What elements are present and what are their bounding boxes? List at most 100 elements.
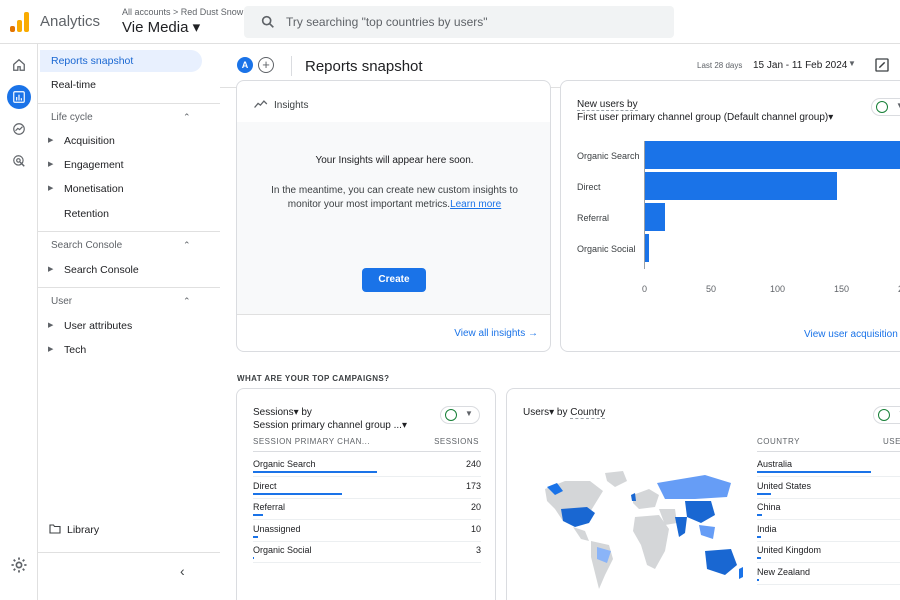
insights-header: Insights (254, 99, 308, 111)
card-status-pill[interactable]: ▼ (873, 406, 900, 424)
row-progress-bar (253, 492, 343, 495)
country-col-header-label: COUNTRY (757, 437, 800, 446)
x-tick-label: 0 (642, 284, 648, 294)
check-circle-icon (876, 101, 888, 113)
bar-label: Direct (577, 182, 601, 192)
row-progress-bar (757, 557, 761, 559)
row-progress-bar (757, 471, 871, 473)
row-progress-bar (757, 514, 762, 516)
insights-title: Insights (274, 100, 309, 111)
bar[interactable] (645, 172, 837, 200)
nav-retention[interactable]: Retention (40, 203, 204, 225)
collapse-nav-button[interactable]: ‹ (180, 563, 185, 579)
row-label: Referral (253, 502, 286, 512)
table-row[interactable]: Organic Search 240 (253, 455, 481, 477)
bar-label: Referral (577, 213, 610, 223)
new-users-dimension-selector[interactable]: First user primary channel group (Defaul… (577, 112, 833, 123)
nav-monetisation[interactable]: ▶ Monetisation (40, 178, 204, 200)
add-comparison-button[interactable]: + (258, 57, 274, 73)
check-circle-icon (445, 409, 457, 421)
row-value: 3 (475, 545, 481, 555)
search-placeholder[interactable]: Try searching "top countries by users" (286, 15, 488, 29)
create-insight-button[interactable]: Create (362, 268, 426, 292)
advertising-button[interactable] (7, 149, 31, 173)
chevron-up-icon: ⌃ (183, 240, 191, 250)
date-range-label: Last 28 days (697, 61, 743, 70)
users-by-country-title[interactable]: Users▾ by Country (523, 407, 606, 419)
date-dropdown-icon[interactable]: ▼ (848, 59, 856, 68)
nav-realtime[interactable]: Real-time (40, 74, 204, 96)
table-row[interactable]: Organic Social 3 (253, 541, 481, 563)
nav-section-lifecycle[interactable]: Life cycle ⌃ (51, 112, 191, 123)
new-users-metric-title[interactable]: New users by (577, 99, 638, 111)
advertising-icon (13, 155, 25, 167)
settings-icon[interactable] (10, 556, 28, 574)
table-row[interactable]: India (757, 520, 900, 542)
card-status-pill[interactable]: ▼ (440, 406, 480, 424)
map-russia (657, 475, 731, 499)
bar[interactable] (645, 141, 900, 169)
nav-divider (38, 231, 220, 232)
sessions-dimension-selector[interactable]: Session primary channel group ...▾ (253, 420, 407, 431)
nav-tech[interactable]: ▶ Tech (40, 339, 204, 361)
map-central-america (573, 527, 589, 541)
nav-reports-snapshot[interactable]: Reports snapshot (40, 50, 202, 72)
search-bar[interactable]: Try searching "top countries by users" (244, 6, 674, 38)
row-label: United States (757, 480, 812, 491)
table-row[interactable]: United States (757, 477, 900, 499)
row-value: 173 (465, 480, 481, 491)
map-greenland (605, 471, 627, 487)
left-rail (0, 44, 38, 600)
bar[interactable] (645, 203, 666, 231)
nav-search-console[interactable]: ▶ Search Console (40, 259, 204, 281)
home-button[interactable] (7, 53, 31, 77)
nav-section-search-console[interactable]: Search Console ⌃ (51, 240, 191, 251)
row-progress-bar (253, 471, 377, 473)
reports-button[interactable] (7, 85, 31, 109)
map-europe (633, 489, 659, 509)
card-status-pill[interactable]: ▼ (871, 98, 900, 116)
sessions-metric-title[interactable]: Sessions▾ by (253, 407, 312, 418)
date-range-value[interactable]: 15 Jan - 11 Feb 2024 (753, 60, 847, 71)
explore-button[interactable] (7, 117, 31, 141)
bar[interactable] (645, 234, 649, 262)
table-row[interactable]: Unassigned 10 (253, 520, 481, 542)
comparison-avatar[interactable]: A (237, 57, 253, 73)
account-breadcrumb[interactable]: All accounts > Red Dust Snow (122, 7, 243, 17)
nav-user-attributes[interactable]: ▶ User attributes (40, 315, 204, 337)
reports-icon (13, 91, 25, 103)
table-row[interactable]: Australia2 (757, 455, 900, 477)
view-all-insights-link[interactable]: View all insights → (454, 328, 538, 339)
expand-arrow-icon: ▶ (48, 346, 54, 353)
nav-library[interactable]: Library (49, 524, 99, 536)
nav-section-user[interactable]: User ⌃ (51, 296, 191, 307)
map-china (685, 501, 715, 523)
table-row[interactable]: United Kingdom (757, 541, 900, 563)
property-selector[interactable]: Vie Media ▾ (122, 18, 200, 36)
section-heading: WHAT ARE YOUR TOP CAMPAIGNS? (237, 374, 390, 383)
chevron-up-icon: ⌃ (183, 296, 191, 306)
x-tick-label: 100 (770, 284, 786, 294)
analytics-logo-icon[interactable] (10, 12, 30, 32)
nav-divider (38, 103, 220, 104)
check-circle-icon (878, 409, 890, 421)
nav-acquisition[interactable]: ▶ Acquisition (40, 130, 204, 152)
customize-report-icon[interactable] (874, 57, 890, 73)
nav-section-user-label: User (51, 296, 73, 307)
view-user-acquisition-link[interactable]: View user acquisition (804, 329, 898, 340)
table-header-divider (757, 451, 900, 452)
world-map[interactable] (535, 469, 745, 600)
table-header-divider (253, 451, 481, 452)
learn-more-link[interactable]: Learn more (450, 199, 501, 210)
country-dimension-label: Country (570, 407, 606, 419)
table-row[interactable]: New Zealand (757, 563, 900, 585)
bar-label: Organic Search (577, 151, 640, 161)
table-row[interactable]: China (757, 498, 900, 520)
row-label: India (757, 523, 777, 534)
insights-heading: Your Insights will appear here soon. (315, 155, 474, 166)
x-tick-label: 50 (706, 284, 717, 294)
row-value: 10 (470, 523, 481, 534)
nav-engagement[interactable]: ▶ Engagement (40, 154, 204, 176)
table-row[interactable]: Referral 20 (253, 498, 481, 520)
table-row[interactable]: Direct 173 (253, 477, 481, 499)
